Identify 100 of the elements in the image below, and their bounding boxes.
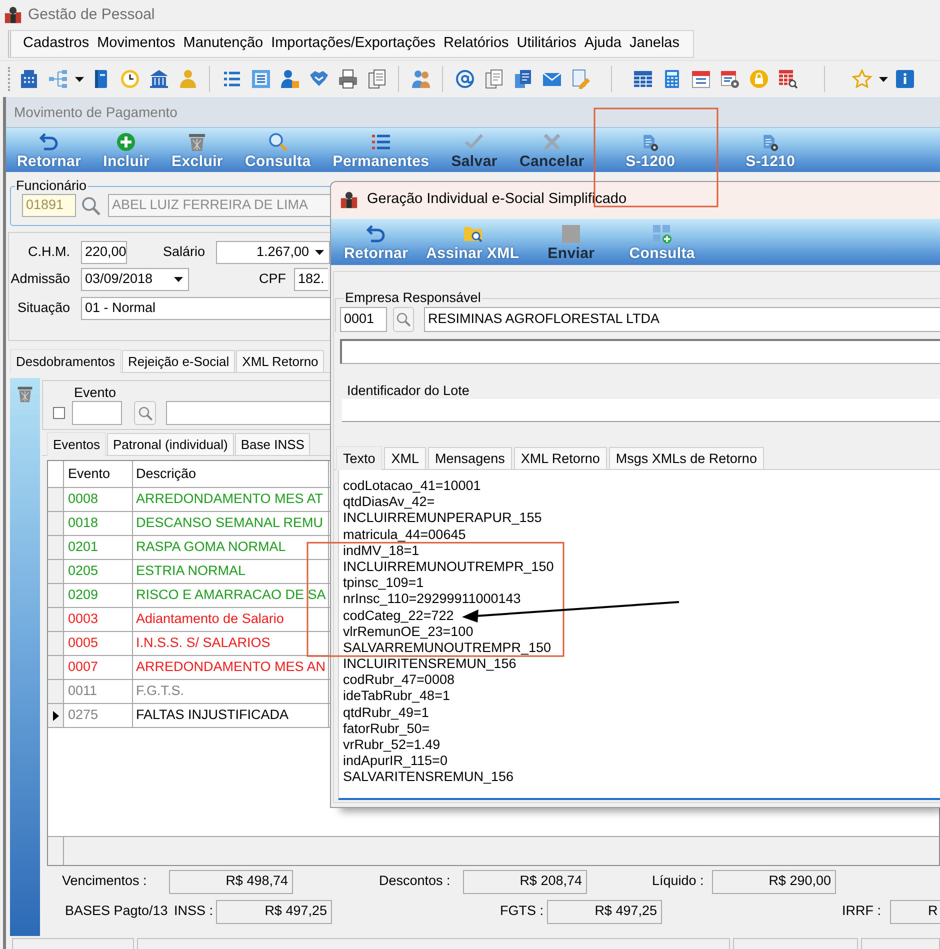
info-icon[interactable] — [894, 69, 914, 89]
table-cell: DESCANSO SEMANAL REMU — [133, 512, 329, 536]
clock-icon[interactable] — [120, 69, 140, 89]
list-icon — [370, 132, 391, 152]
input-field[interactable] — [340, 339, 940, 364]
tab[interactable]: XML Retorno — [514, 447, 607, 469]
list-icon[interactable] — [222, 69, 242, 89]
total-label: Vencimentos : — [61, 873, 148, 890]
text-field[interactable]: 01 - Normal — [81, 297, 330, 320]
document-icon[interactable] — [484, 69, 504, 89]
menu-item[interactable]: Janelas — [626, 35, 684, 53]
tab[interactable]: Patronal (individual) — [106, 433, 234, 455]
total-field: R$ 497,25 — [216, 900, 332, 924]
list-window-icon[interactable] — [250, 69, 270, 89]
tab[interactable]: Mensagens — [428, 447, 512, 469]
search-button[interactable] — [393, 307, 414, 332]
return-arrow-icon — [366, 224, 386, 244]
text-line: INCLUIRITENSREMUN_156 — [343, 657, 516, 672]
emblem-icon[interactable] — [308, 69, 328, 89]
calendar-gear-icon[interactable] — [720, 69, 740, 89]
documents-icon[interactable] — [366, 69, 386, 89]
checkbox[interactable] — [53, 407, 65, 419]
person-box-icon[interactable] — [280, 69, 300, 89]
copy-icon[interactable] — [512, 69, 532, 89]
menu-item[interactable]: Movimentos — [93, 35, 180, 53]
text-field[interactable]: 182. — [294, 268, 328, 291]
grid-add-icon — [652, 224, 672, 244]
total-field: R$ 208,74 — [463, 870, 587, 894]
tab[interactable]: XML — [384, 447, 426, 469]
folder-search-icon — [462, 224, 483, 244]
tab[interactable]: Base INSS — [234, 433, 310, 455]
input-field[interactable] — [72, 401, 122, 425]
table-cell: ARREDONDAMENTO MES AT — [133, 488, 329, 512]
tab[interactable]: Eventos — [47, 432, 106, 456]
field-label: C.H.M. — [27, 244, 70, 261]
add-icon — [116, 132, 136, 152]
search-icon — [138, 406, 152, 420]
table-cell: ESTRIA NORMAL — [133, 560, 329, 584]
dropdown-field[interactable]: 03/09/2018 — [81, 268, 189, 291]
table-cell: 0275 — [64, 704, 133, 728]
menu-item[interactable]: Importações/Exportações — [267, 35, 440, 53]
row-indicator[interactable] — [48, 704, 64, 728]
table-cell: 0018 — [64, 512, 133, 536]
field-label: Admissão — [10, 271, 70, 288]
total-field: R$ 290,00 — [712, 870, 836, 894]
building-icon[interactable] — [18, 69, 38, 89]
table-cell: RASPA GOMA NORMAL — [133, 536, 329, 560]
total-field: R — [890, 900, 940, 924]
input-field[interactable] — [166, 401, 330, 425]
dropdown-field[interactable]: 1.267,00 — [216, 241, 330, 264]
total-field: R$ 497,25 — [547, 900, 662, 924]
field-label: CPF — [259, 271, 286, 288]
text-line: matricula_44=00645 — [343, 528, 466, 542]
table-cell: RISCO E AMARRACAO DE SA — [133, 584, 329, 608]
at-sign-icon[interactable] — [454, 69, 474, 89]
field-label: Salário — [163, 244, 206, 261]
tab[interactable]: Msgs XMLs de Retorno — [608, 447, 764, 469]
tab[interactable]: XML Retorno — [236, 350, 324, 372]
table-cell: Adiantamento de Salario — [133, 608, 329, 632]
table-icon[interactable] — [632, 69, 652, 89]
app-logo-icon — [4, 6, 22, 24]
group-label: Empresa Responsável — [344, 290, 482, 306]
code-field[interactable]: 0001 — [340, 307, 387, 332]
menu-item[interactable]: Utilitários — [512, 35, 580, 53]
text-area[interactable] — [338, 470, 940, 800]
text-line: codLotacao_41=10001 — [343, 479, 481, 493]
people-icon[interactable] — [410, 69, 430, 89]
edit-icon[interactable] — [570, 69, 590, 89]
document-gear-icon — [641, 134, 660, 152]
text-line: indApurIR_115=0 — [343, 754, 448, 768]
group-label: Funcionário — [15, 178, 88, 194]
app-logo-icon — [340, 190, 358, 208]
name-field[interactable]: RESIMINAS AGROFLORESTAL LTDA — [424, 307, 940, 332]
network-icon[interactable] — [48, 69, 68, 89]
table-cell: 0011 — [64, 680, 133, 704]
menu-item[interactable]: Relatórios — [440, 35, 513, 53]
menu-item[interactable]: Cadastros — [19, 35, 94, 53]
input-field[interactable] — [342, 399, 940, 422]
caret-icon — [174, 277, 183, 282]
star-icon[interactable] — [852, 69, 872, 89]
table-cell: FALTAS INJUSTIFICADA — [133, 704, 329, 728]
tab[interactable]: Texto — [336, 446, 382, 470]
text-field[interactable]: 220,00 — [81, 241, 127, 264]
table-search-icon[interactable] — [778, 69, 798, 89]
field-label: Evento — [73, 385, 116, 401]
search-icon[interactable] — [81, 196, 101, 216]
bank-icon[interactable] — [148, 69, 168, 89]
search-button[interactable] — [134, 401, 156, 425]
menu-item[interactable]: Ajuda — [580, 35, 626, 53]
caret-icon[interactable] — [74, 76, 84, 82]
table-cell: F.G.T.S. — [133, 680, 329, 704]
tab[interactable]: Rejeição e-Social — [122, 350, 236, 372]
table-cell: ARREDONDAMENTO MES AN — [133, 656, 329, 680]
trash-icon[interactable] — [16, 385, 34, 403]
menu-item[interactable]: Manutenção — [179, 35, 268, 53]
calendar-icon[interactable] — [690, 69, 710, 89]
caret-icon[interactable] — [878, 76, 888, 82]
text-line: qtdDiasAv_42= — [343, 495, 435, 510]
tab[interactable]: Desdobramentos — [10, 349, 121, 373]
printer-icon[interactable] — [338, 69, 358, 89]
